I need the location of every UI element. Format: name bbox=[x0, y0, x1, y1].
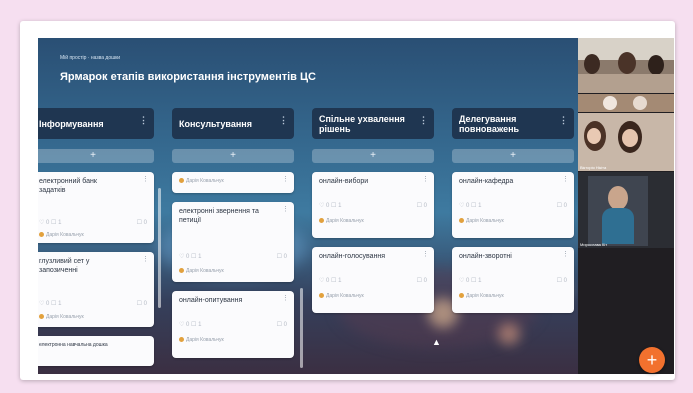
post-text: онлайн-голосування bbox=[319, 253, 386, 260]
column-informing: Інформування ⋮ + електронний банк задатк… bbox=[38, 108, 154, 366]
mouse-cursor-icon: ▲ bbox=[432, 337, 441, 347]
board-title: Ярмарок етапів використання інструментів… bbox=[60, 71, 316, 83]
post-author: Дарія Ковальчук bbox=[179, 337, 224, 345]
participant-tile[interactable]: Мирослава Кіт bbox=[578, 172, 674, 248]
avatar bbox=[179, 178, 184, 184]
post-menu-icon[interactable]: ⋮ bbox=[562, 250, 569, 258]
post-card[interactable]: електронний банк задатків ⋮ ♡ 0 ☐ 1 ☐ 0 Д… bbox=[38, 172, 154, 243]
avatar bbox=[39, 314, 44, 320]
column-delegation: Делегування повноважень ⋮ + онлайн-кафед… bbox=[452, 108, 574, 313]
post-menu-icon[interactable]: ⋮ bbox=[562, 175, 569, 183]
column-menu-icon[interactable]: ⋮ bbox=[279, 115, 288, 125]
post-text: електронний банк задатків bbox=[39, 178, 97, 194]
breadcrumb[interactable]: Мій простір · назва дошки bbox=[60, 55, 120, 61]
column-title: Делегування повноважень bbox=[459, 113, 520, 134]
column-menu-icon[interactable]: ⋮ bbox=[419, 115, 428, 125]
post-text: глузливий сет у запозиченні bbox=[39, 258, 90, 274]
column-header[interactable]: Спільне ухвалення рішень ⋮ bbox=[312, 108, 434, 139]
add-post-button[interactable]: + bbox=[172, 149, 294, 163]
avatar bbox=[319, 293, 324, 299]
post-menu-icon[interactable]: ⋮ bbox=[282, 175, 289, 183]
post-text: електронні звернення та петиції bbox=[179, 208, 259, 224]
avatar bbox=[179, 337, 184, 343]
column-scrollbar[interactable] bbox=[158, 188, 161, 308]
post-reactions[interactable]: ♡ 0 ☐ 1 ☐ 0 bbox=[459, 277, 567, 286]
avatar bbox=[319, 218, 324, 224]
column-joint-decisions: Спільне ухвалення рішень ⋮ + онлайн-вибо… bbox=[312, 108, 434, 313]
post-card[interactable]: онлайн-вибори ⋮ ♡ 0 ☐ 1 ☐ 0 Дарія Ковальч… bbox=[312, 172, 434, 238]
post-menu-icon[interactable]: ⋮ bbox=[142, 175, 149, 183]
post-reactions[interactable]: ♡ 0 ☐ 1 ☐ 0 bbox=[39, 300, 147, 309]
post-author: Дарія Ковальчук bbox=[319, 218, 364, 226]
post-card[interactable]: електронні звернення та петиції ⋮ ♡ 0 ☐ … bbox=[172, 202, 294, 282]
post-author: Дарія Ковальчук bbox=[39, 232, 84, 240]
column-title: Консультування bbox=[179, 118, 252, 129]
participant-tile[interactable] bbox=[578, 38, 674, 93]
column-header[interactable]: Інформування ⋮ bbox=[38, 108, 154, 139]
add-post-button[interactable]: + bbox=[38, 149, 154, 163]
avatar bbox=[179, 268, 184, 274]
post-menu-icon[interactable]: ⋮ bbox=[282, 294, 289, 302]
comment-count: ☐ 0 bbox=[136, 220, 147, 226]
post-text: онлайн-кафедра bbox=[459, 178, 514, 185]
column-menu-icon[interactable]: ⋮ bbox=[559, 115, 568, 125]
post-reactions[interactable]: ♡ 0 ☐ 1 ☐ 0 bbox=[179, 321, 287, 330]
post-menu-icon[interactable]: ⋮ bbox=[142, 255, 149, 263]
post-author: Дарія Ковальчук bbox=[319, 293, 364, 301]
post-reactions[interactable]: ♡ 0 ☐ 1 ☐ 0 bbox=[319, 202, 427, 211]
avatar bbox=[459, 293, 464, 299]
padlet-board: Мій простір · назва дошки Ярмарок етапів… bbox=[38, 38, 578, 374]
post-author: Дарія Ковальчук bbox=[459, 293, 504, 301]
post-text: онлайн-зворотні bbox=[459, 253, 512, 260]
avatar bbox=[39, 232, 44, 238]
participant-tile[interactable]: Вікторія Нікіта bbox=[578, 113, 674, 171]
post-card[interactable]: онлайн-опитування ⋮ ♡ 0 ☐ 1 ☐ 0 Дарія Ков… bbox=[172, 291, 294, 358]
add-post-button[interactable]: + bbox=[312, 149, 434, 163]
add-post-button[interactable]: + bbox=[452, 149, 574, 163]
video-participants-panel: Вікторія Нікіта Мирослава Кіт bbox=[578, 38, 674, 374]
column-scrollbar[interactable] bbox=[300, 288, 303, 368]
post-text: онлайн-опитування bbox=[179, 297, 243, 304]
add-post-fab-button[interactable]: + bbox=[639, 347, 665, 373]
column-consulting: Консультування ⋮ + Дарія Ковальчук ⋮ еле… bbox=[172, 108, 294, 358]
column-title: Інформування bbox=[39, 118, 104, 129]
post-card[interactable]: Дарія Ковальчук ⋮ bbox=[172, 172, 294, 193]
post-text: онлайн-вибори bbox=[319, 178, 369, 185]
participant-name: Вікторія Нікіта bbox=[580, 165, 607, 170]
post-author: Дарія Ковальчук bbox=[39, 314, 84, 322]
participant-name: Мирослава Кіт bbox=[580, 242, 608, 247]
post-reactions[interactable]: ♡ 0 ☐ 1 ☐ 0 bbox=[459, 202, 567, 211]
post-card[interactable]: онлайн-кафедра ⋮ ♡ 0 ☐ 1 ☐ 0 Дарія Коваль… bbox=[452, 172, 574, 238]
post-card[interactable]: електронна навчальна дошка bbox=[38, 336, 154, 366]
post-text: електронна навчальна дошка bbox=[39, 342, 108, 348]
post-reactions[interactable]: ♡ 0 ☐ 1 ☐ 0 bbox=[179, 253, 287, 262]
post-author: Дарія Ковальчук bbox=[179, 178, 224, 186]
column-title: Спільне ухвалення рішень bbox=[319, 113, 405, 134]
column-header[interactable]: Консультування ⋮ bbox=[172, 108, 294, 139]
post-reactions[interactable]: ♡ 0 ☐ 1 ☐ 0 bbox=[39, 219, 147, 228]
column-menu-icon[interactable]: ⋮ bbox=[139, 115, 148, 125]
post-menu-icon[interactable]: ⋮ bbox=[422, 175, 429, 183]
post-card[interactable]: глузливий сет у запозиченні ⋮ ♡ 0 ☐ 1 ☐ 0… bbox=[38, 252, 154, 327]
participant-tile[interactable] bbox=[578, 94, 674, 112]
post-reactions[interactable]: ♡ 0 ☐ 1 ☐ 0 bbox=[319, 277, 427, 286]
post-card[interactable]: онлайн-голосування ⋮ ♡ 0 ☐ 1 ☐ 0 Дарія Ко… bbox=[312, 247, 434, 313]
post-author: Дарія Ковальчук bbox=[459, 218, 504, 226]
like-comment-counts: ♡ 0 ☐ 1 bbox=[39, 220, 62, 226]
post-card[interactable]: онлайн-зворотні ⋮ ♡ 0 ☐ 1 ☐ 0 Дарія Ковал… bbox=[452, 247, 574, 313]
post-author: Дарія Ковальчук bbox=[179, 268, 224, 276]
post-menu-icon[interactable]: ⋮ bbox=[422, 250, 429, 258]
avatar bbox=[459, 218, 464, 224]
post-menu-icon[interactable]: ⋮ bbox=[282, 205, 289, 213]
column-header[interactable]: Делегування повноважень ⋮ bbox=[452, 108, 574, 139]
